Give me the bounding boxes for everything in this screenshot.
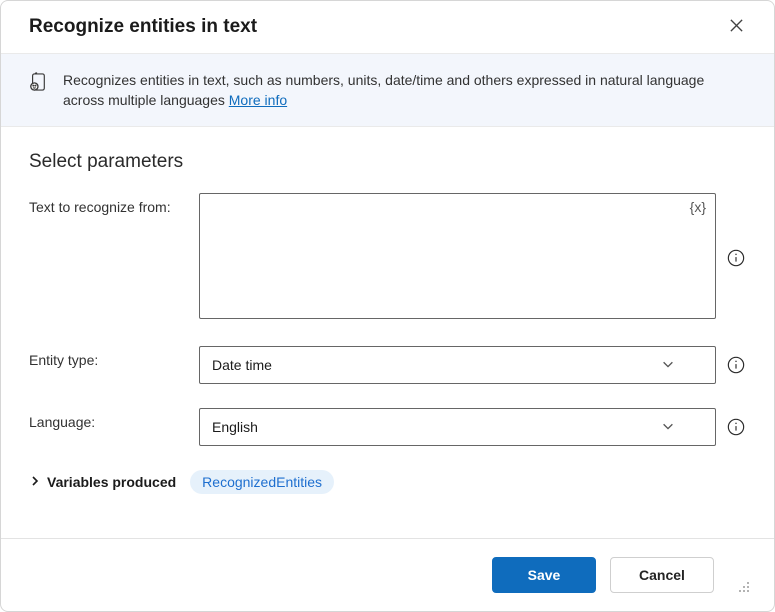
- dialog-header: Recognize entities in text: [1, 1, 774, 53]
- dialog-footer: Save Cancel: [1, 538, 774, 611]
- info-banner-text: Recognizes entities in text, such as num…: [63, 70, 746, 110]
- more-info-link[interactable]: More info: [229, 92, 287, 108]
- resize-grip-icon[interactable]: [736, 579, 750, 593]
- field-language-label: Language:: [29, 408, 199, 430]
- close-button[interactable]: [722, 13, 750, 41]
- dialog-body: Select parameters Text to recognize from…: [1, 127, 774, 538]
- field-text-label: Text to recognize from:: [29, 193, 199, 215]
- entities-icon: [29, 70, 49, 92]
- entity-type-select[interactable]: Date time: [199, 346, 716, 384]
- field-entity-type-row: Entity type: Date time: [29, 346, 746, 384]
- info-banner: Recognizes entities in text, such as num…: [1, 53, 774, 127]
- text-to-recognize-input[interactable]: [199, 193, 716, 319]
- insert-variable-icon[interactable]: {x}: [690, 199, 706, 215]
- variables-produced-label: Variables produced: [47, 474, 176, 490]
- info-banner-description: Recognizes entities in text, such as num…: [63, 72, 704, 108]
- save-button[interactable]: Save: [492, 557, 596, 593]
- variables-produced-toggle[interactable]: Variables produced: [29, 474, 176, 490]
- chevron-down-icon: [661, 419, 675, 436]
- language-select[interactable]: English: [199, 408, 716, 446]
- variables-produced-row: Variables produced RecognizedEntities: [29, 470, 746, 494]
- dialog-title: Recognize entities in text: [29, 16, 257, 38]
- cancel-button[interactable]: Cancel: [610, 557, 714, 593]
- close-icon: [729, 18, 744, 36]
- variable-chip-recognized-entities[interactable]: RecognizedEntities: [190, 470, 334, 494]
- field-text-row: Text to recognize from: {x}: [29, 193, 746, 322]
- chevron-right-icon: [29, 474, 41, 490]
- field-language-row: Language: English: [29, 408, 746, 446]
- help-icon-language[interactable]: [726, 417, 746, 437]
- chevron-down-icon: [661, 357, 675, 374]
- dialog: Recognize entities in text Recognizes en…: [0, 0, 775, 612]
- help-icon-text[interactable]: [726, 248, 746, 268]
- section-heading: Select parameters: [29, 151, 746, 173]
- field-entity-type-label: Entity type:: [29, 346, 199, 368]
- language-value: English: [212, 419, 258, 435]
- help-icon-entity-type[interactable]: [726, 355, 746, 375]
- entity-type-value: Date time: [212, 357, 272, 373]
